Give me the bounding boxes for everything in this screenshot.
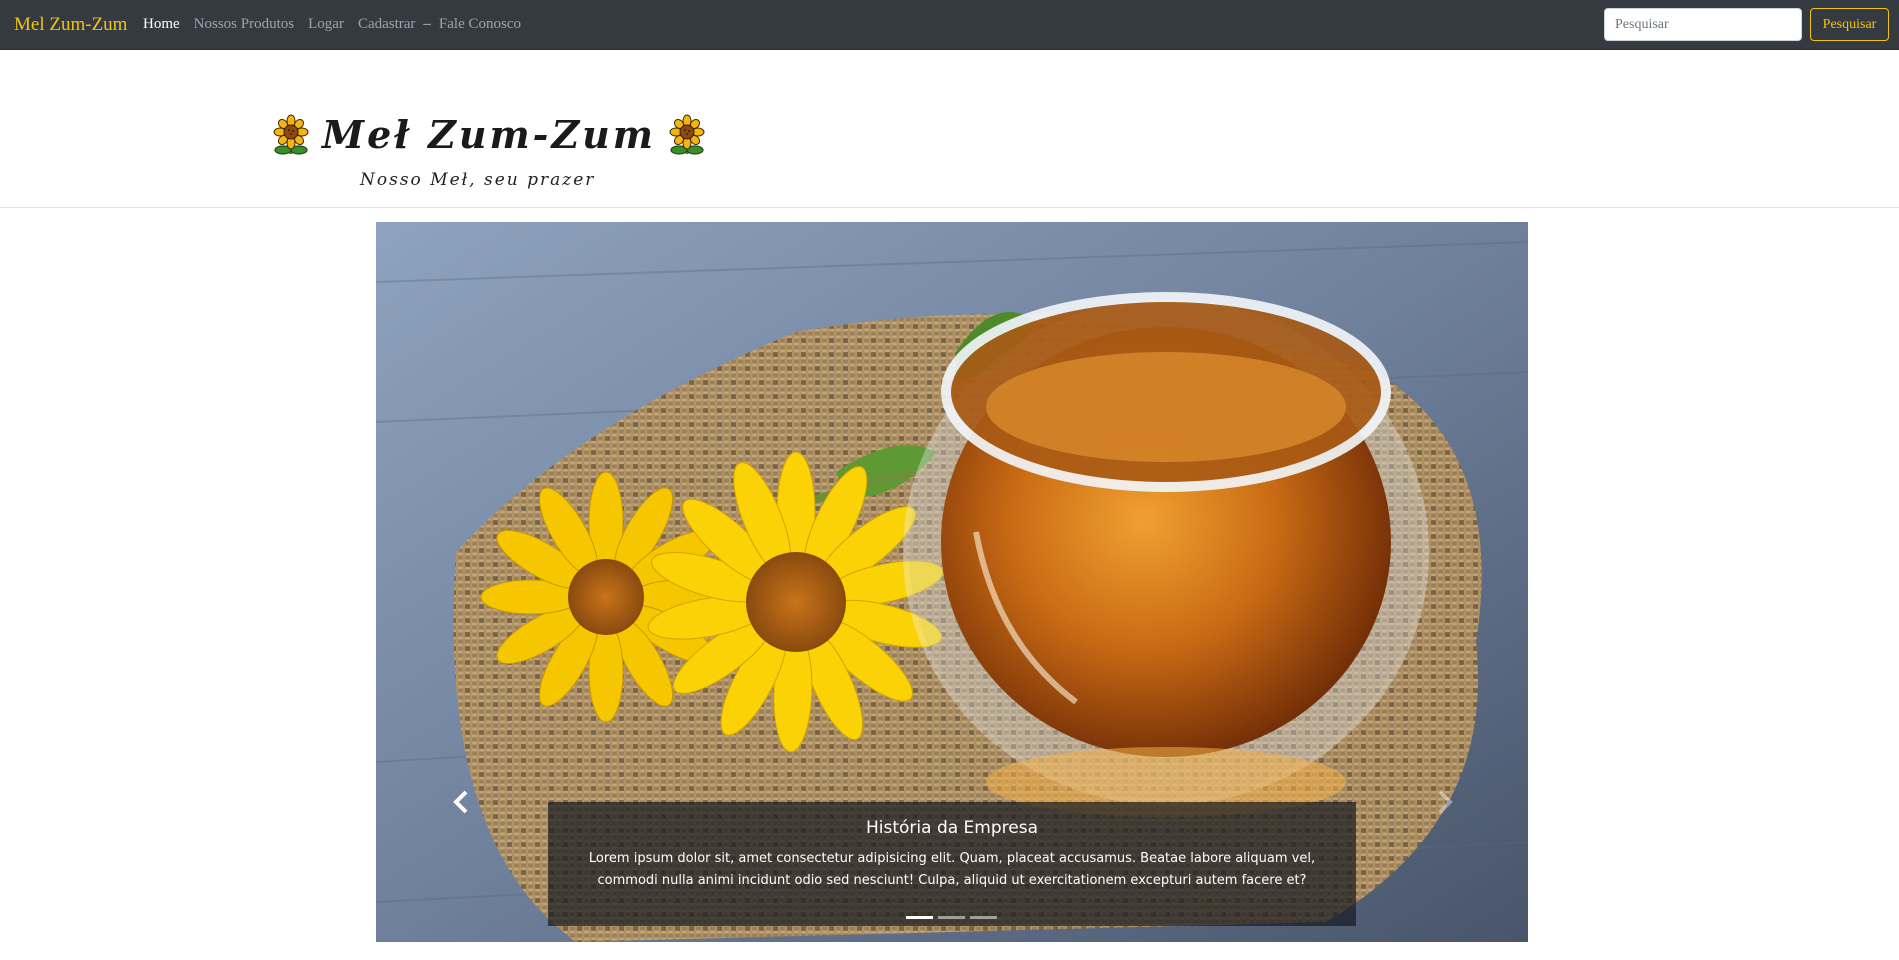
site-tagline: Nosso Meł, seu prazer (360, 170, 596, 190)
sunflower-icon (666, 114, 708, 156)
carousel-next-button[interactable] (1430, 782, 1460, 822)
chevron-right-icon (1438, 790, 1453, 814)
carousel-indicators (906, 916, 997, 919)
chevron-left-icon (453, 790, 468, 814)
carousel-indicator-1[interactable] (906, 916, 933, 919)
search-input[interactable] (1604, 8, 1802, 41)
caption-title: História da Empresa (865, 818, 1039, 838)
site-header: Meł Zum-Zum Nosso Meł, seu prazer (0, 50, 1899, 208)
nav-link-fale-conosco[interactable]: Fale Conosco (439, 16, 521, 33)
carousel-indicator-3[interactable] (970, 916, 997, 919)
nav-link-home[interactable]: Home (143, 16, 180, 33)
brand-logo-link[interactable]: Mel Zum-Zum (14, 14, 127, 36)
carousel-caption: História da Empresa Lorem ipsum dolor si… (548, 802, 1356, 926)
carousel-prev-button[interactable] (446, 782, 476, 822)
sunflower-icon (270, 114, 312, 156)
nav-link-produtos[interactable]: Nossos Produtos (194, 16, 294, 33)
carousel-indicator-2[interactable] (938, 916, 965, 919)
top-navbar: Mel Zum-Zum Home Nossos Produtos Logar C… (0, 0, 1899, 50)
nav-link-logar[interactable]: Logar (308, 16, 344, 33)
nav-link-cadastrar[interactable]: Cadastrar (358, 16, 415, 33)
search-button[interactable]: Pesquisar (1810, 8, 1889, 41)
site-title: Meł Zum-Zum (270, 112, 708, 157)
nav-separator: – (423, 16, 431, 32)
site-title-text: Meł Zum-Zum (322, 112, 657, 157)
caption-text: Lorem ipsum dolor sit, amet consectetur … (588, 851, 1316, 888)
image-carousel: História da Empresa Lorem ipsum dolor si… (376, 222, 1528, 942)
nav-links: Home Nossos Produtos Logar Cadastrar – F… (143, 16, 535, 33)
